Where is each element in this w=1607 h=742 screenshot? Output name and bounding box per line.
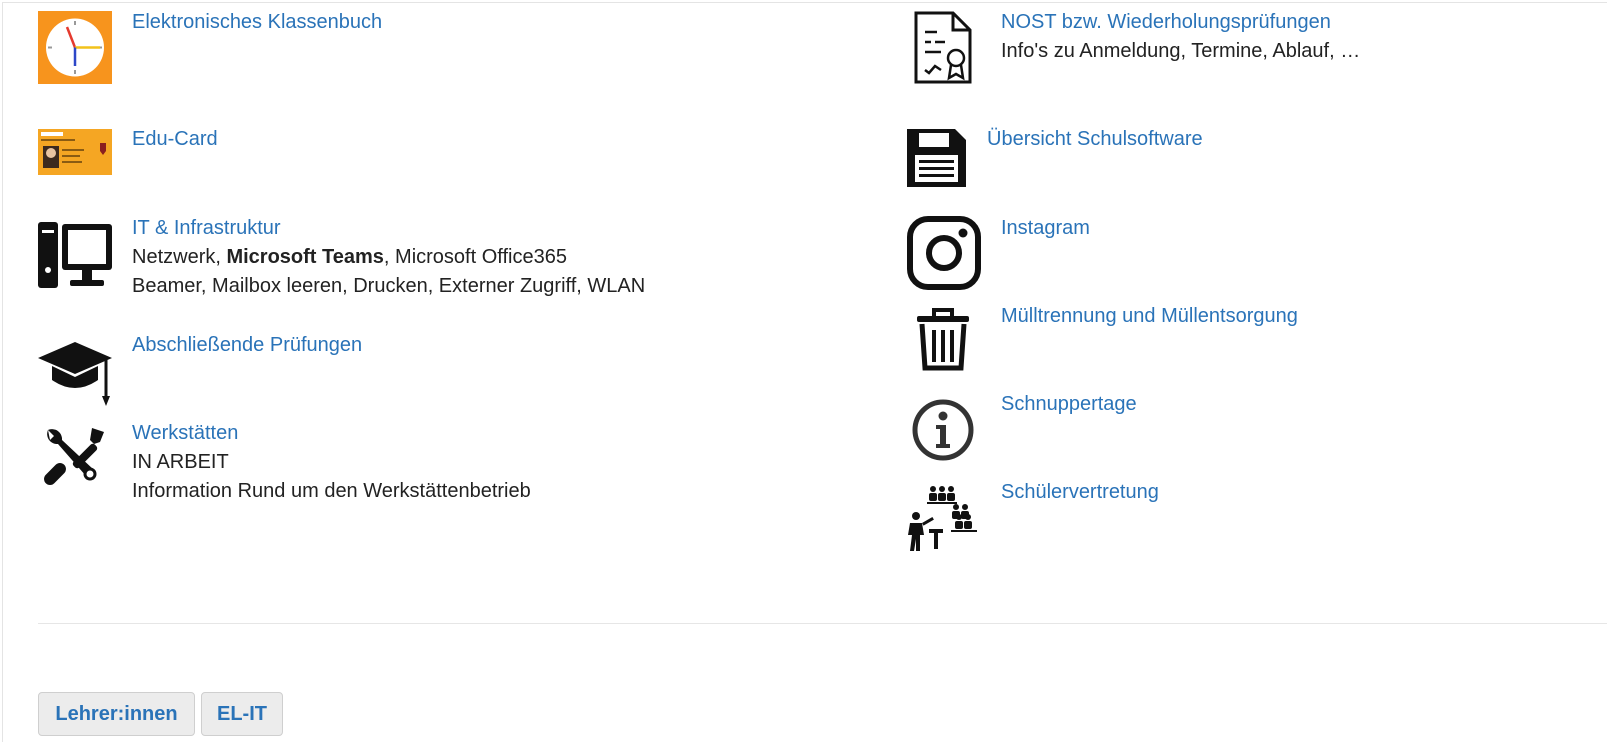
page-frame (2, 2, 1607, 742)
link-uebersicht-schulsoftware[interactable]: Übersicht Schulsoftware (987, 127, 1203, 151)
lehrerinnen-button[interactable]: Lehrer:innen (38, 692, 195, 736)
classroom-icon[interactable] (907, 483, 981, 553)
link-muelltrennung[interactable]: Mülltrennung und Müllentsorgung (1001, 304, 1298, 328)
el-it-button[interactable]: EL-IT (201, 692, 283, 736)
tools-icon[interactable] (40, 426, 106, 490)
it-description-line2: Beamer, Mailbox leeren, Drucken, Externe… (132, 275, 646, 297)
trash-can-icon[interactable] (915, 308, 971, 372)
section-divider (38, 623, 1607, 624)
link-instagram[interactable]: Instagram (1001, 216, 1090, 240)
it-text-post: , Microsoft Office365 (383, 246, 567, 268)
clock-icon[interactable] (38, 11, 112, 84)
certificate-document-icon[interactable] (913, 10, 973, 85)
it-text-bold: Microsoft Teams (226, 246, 384, 268)
link-werkstaetten[interactable]: Werkstätten (132, 421, 238, 445)
nost-description: Info's zu Anmeldung, Termine, Ablauf, … (1001, 40, 1361, 62)
floppy-disk-icon[interactable] (907, 129, 966, 187)
werkstaetten-description-line1: IN ARBEIT (132, 451, 229, 473)
link-nost-wiederholungspruefungen[interactable]: NOST bzw. Wiederholungsprüfungen (1001, 10, 1331, 34)
werkstaetten-description-line2: Information Rund um den Werkstättenbetri… (132, 480, 531, 502)
it-description-line1: Netzwerk, Microsoft Teams, Microsoft Off… (132, 242, 567, 272)
link-abschliessende-pruefungen[interactable]: Abschließende Prüfungen (132, 333, 362, 357)
info-circle-icon[interactable] (911, 398, 975, 462)
link-elektronisches-klassenbuch[interactable]: Elektronisches Klassenbuch (132, 10, 382, 34)
computer-icon[interactable] (38, 222, 112, 290)
id-card-icon[interactable] (38, 129, 112, 175)
link-schnuppertage[interactable]: Schnuppertage (1001, 392, 1137, 416)
graduation-cap-icon[interactable] (38, 340, 112, 408)
link-schuelervertretung[interactable]: Schülervertretung (1001, 480, 1159, 504)
instagram-icon[interactable] (907, 216, 981, 290)
link-edu-card[interactable]: Edu-Card (132, 127, 218, 151)
link-it-infrastruktur[interactable]: IT & Infrastruktur (132, 216, 281, 240)
it-text-pre: Netzwerk, (132, 246, 227, 268)
